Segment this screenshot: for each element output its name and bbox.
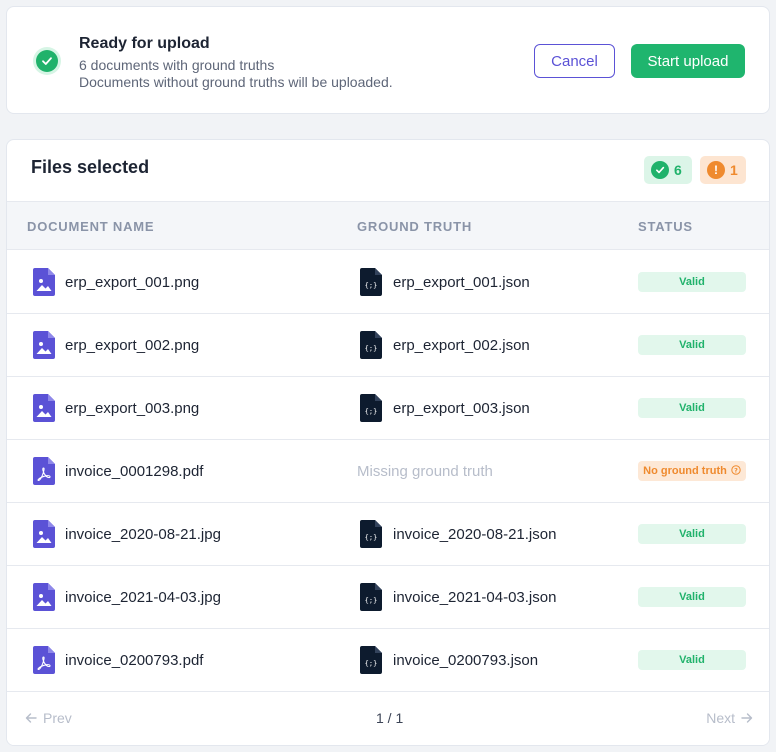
svg-text:{;}: {;} <box>365 597 378 605</box>
status-label: Valid <box>679 528 705 540</box>
table-row[interactable]: invoice_2021-04-03.jpg {;} invoice_2021-04… <box>7 566 769 629</box>
files-selected-card: Files selected 6 ! 1 DOCUMENT NAME GROUN… <box>6 139 770 746</box>
arrow-right-icon <box>741 713 753 723</box>
prev-label: Prev <box>43 710 72 726</box>
column-header-ground-truth: GROUND TRUTH <box>357 219 473 234</box>
svg-text:{;}: {;} <box>365 345 378 353</box>
status-label: Valid <box>679 654 705 666</box>
image-file-icon <box>33 520 55 548</box>
image-file-icon <box>33 331 55 359</box>
arrow-left-icon <box>25 713 37 723</box>
status-badge: Valid <box>638 398 746 418</box>
svg-text:{;}: {;} <box>365 660 378 668</box>
table-row[interactable]: invoice_0001298.pdf Missing ground truth N… <box>7 440 769 503</box>
json-file-icon: {;} <box>360 394 382 422</box>
ground-truth-name: invoice_0200793.json <box>393 652 539 669</box>
pagination: Prev 1 / 1 Next <box>7 692 769 745</box>
column-header-status: STATUS <box>638 219 693 234</box>
document-name: invoice_0001298.pdf <box>65 463 204 480</box>
table-row[interactable]: erp_export_003.png {;} erp_export_003.json… <box>7 377 769 440</box>
ground-truth-name: invoice_2020-08-21.json <box>393 526 557 543</box>
ground-truth-name: erp_export_002.json <box>393 337 530 354</box>
ground-truth-name: erp_export_001.json <box>393 274 530 291</box>
prev-button[interactable]: Prev <box>25 710 72 726</box>
json-file-icon: {;} <box>360 583 382 611</box>
svg-text:{;}: {;} <box>365 534 378 542</box>
banner-title: Ready for upload <box>79 35 210 52</box>
next-button[interactable]: Next <box>706 710 753 726</box>
pdf-file-icon <box>33 457 55 485</box>
status-label: No ground truth <box>643 465 727 477</box>
document-name: erp_export_002.png <box>65 337 200 354</box>
json-file-icon: {;} <box>360 331 382 359</box>
check-icon <box>651 161 669 179</box>
json-file-icon: {;} <box>360 268 382 296</box>
ground-truth-missing: Missing ground truth <box>357 463 493 480</box>
status-label: Valid <box>679 402 705 414</box>
banner-subtitle-note: Documents without ground truths will be … <box>79 74 393 90</box>
status-badge: Valid <box>638 587 746 607</box>
warning-count: 1 <box>730 162 738 178</box>
document-name: erp_export_001.png <box>65 274 200 291</box>
json-file-icon: {;} <box>360 646 382 674</box>
ground-truth-name: erp_export_003.json <box>393 400 530 417</box>
banner-subtitle-count: 6 documents with ground truths <box>79 57 275 73</box>
exclamation-icon: ! <box>707 161 725 179</box>
document-name: invoice_2021-04-03.jpg <box>65 589 221 606</box>
table-row[interactable]: invoice_0200793.pdf {;} invoice_0200793.js… <box>7 629 769 692</box>
upload-banner: Ready for upload 6 documents with ground… <box>6 6 770 114</box>
svg-text:{;}: {;} <box>365 408 378 416</box>
image-file-icon <box>33 394 55 422</box>
status-label: Valid <box>679 276 705 288</box>
status-badge: Valid <box>638 650 746 670</box>
help-icon[interactable]: ? <box>731 464 741 478</box>
svg-text:{;}: {;} <box>365 282 378 290</box>
ground-truth-name: invoice_2021-04-03.json <box>393 589 557 606</box>
success-check-icon <box>33 47 61 75</box>
warning-count-badge: ! 1 <box>700 156 746 184</box>
document-name: invoice_2020-08-21.jpg <box>65 526 221 543</box>
column-header-document: DOCUMENT NAME <box>27 219 155 234</box>
start-upload-button[interactable]: Start upload <box>631 44 745 78</box>
svg-text:?: ? <box>734 466 738 474</box>
document-name: invoice_0200793.pdf <box>65 652 204 669</box>
next-label: Next <box>706 710 735 726</box>
page-indicator: 1 / 1 <box>376 710 404 726</box>
status-label: Valid <box>679 591 705 603</box>
valid-count-badge: 6 <box>644 156 692 184</box>
status-label: Valid <box>679 339 705 351</box>
table-row[interactable]: erp_export_001.png {;} erp_export_001.json… <box>7 251 769 314</box>
status-badge: Valid <box>638 272 746 292</box>
status-badge: No ground truth? <box>638 461 746 481</box>
image-file-icon <box>33 268 55 296</box>
files-selected-title: Files selected <box>31 157 150 177</box>
document-name: erp_export_003.png <box>65 400 200 417</box>
cancel-button[interactable]: Cancel <box>534 44 615 78</box>
valid-count: 6 <box>674 162 682 178</box>
table-header: DOCUMENT NAME GROUND TRUTH STATUS <box>7 201 769 250</box>
table-row[interactable]: invoice_2020-08-21.jpg {;} invoice_2020-08… <box>7 503 769 566</box>
json-file-icon: {;} <box>360 520 382 548</box>
table-row[interactable]: erp_export_002.png {;} erp_export_002.json… <box>7 314 769 377</box>
image-file-icon <box>33 583 55 611</box>
status-badge: Valid <box>638 335 746 355</box>
pdf-file-icon <box>33 646 55 674</box>
status-badge: Valid <box>638 524 746 544</box>
